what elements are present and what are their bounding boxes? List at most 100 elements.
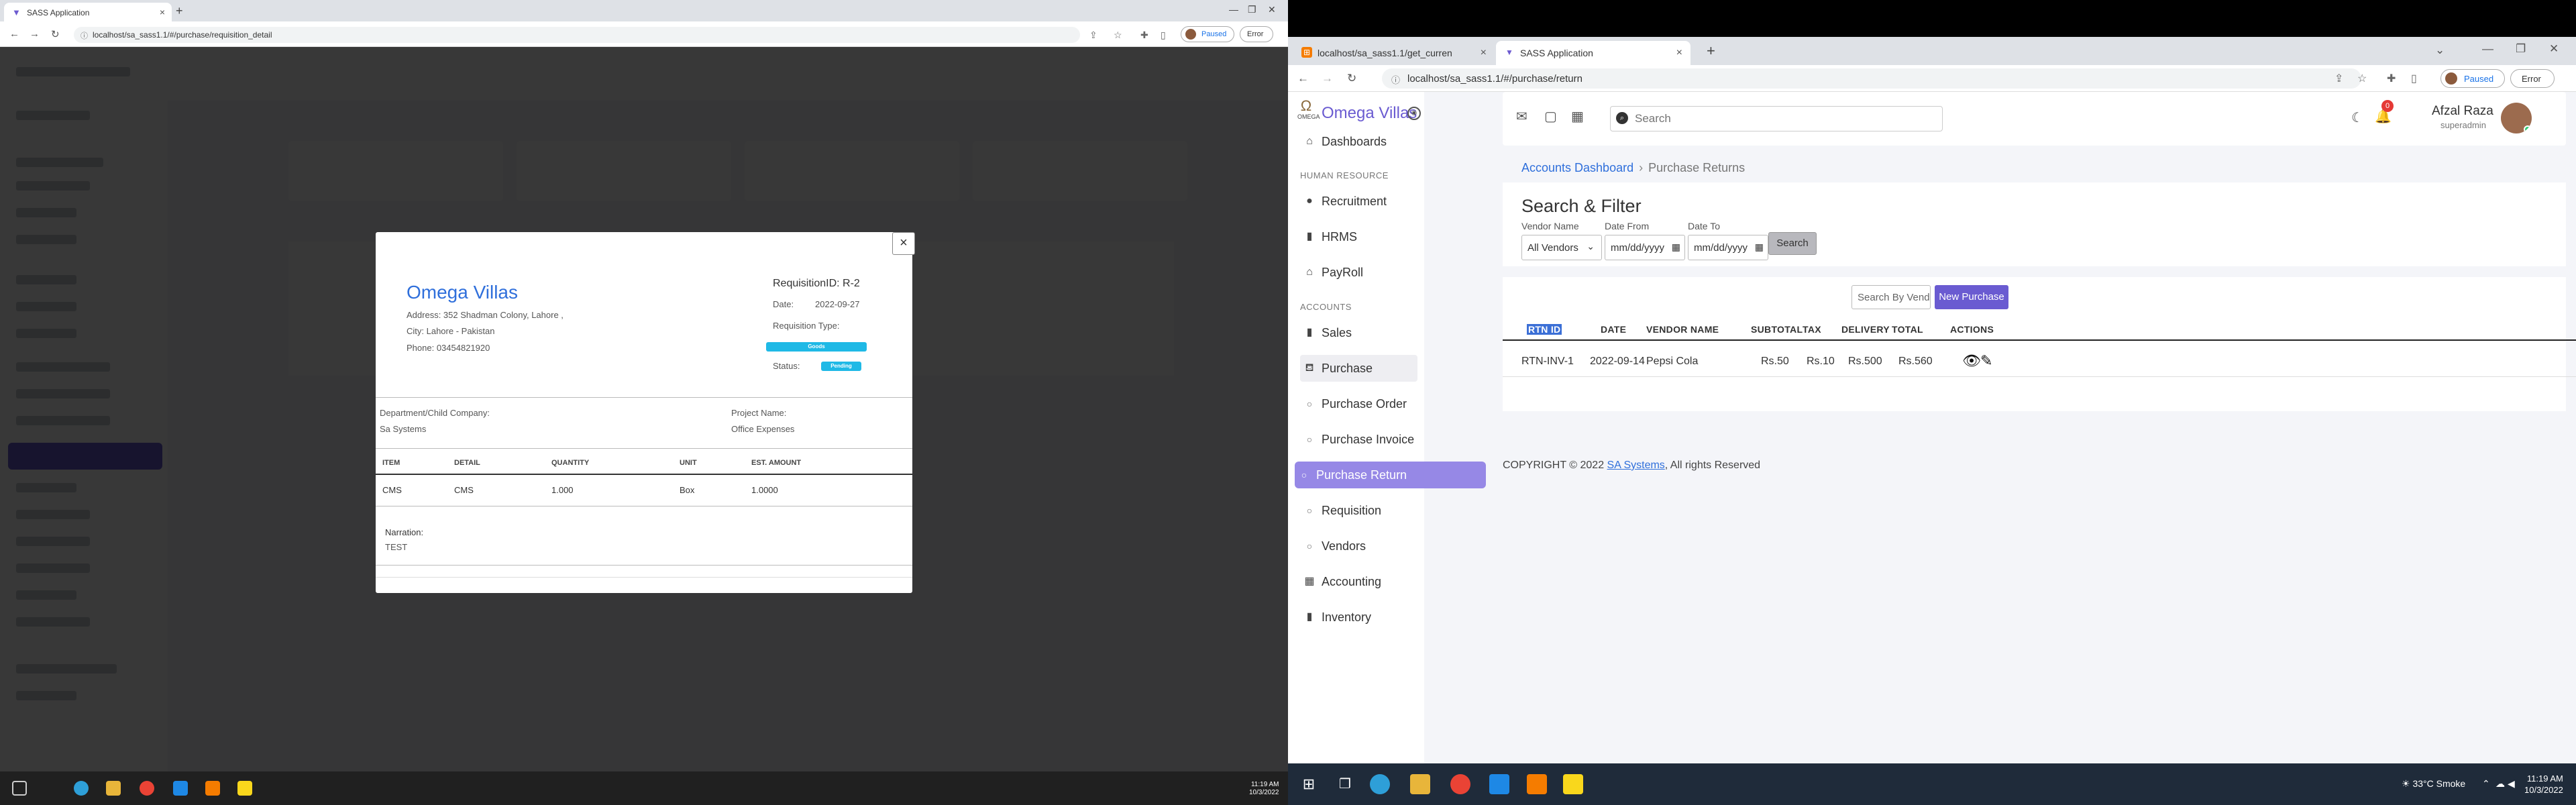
- browser-tab[interactable]: ▼ SASS Application ×: [4, 3, 172, 21]
- brand-name[interactable]: Omega Villas: [1322, 104, 1417, 123]
- tab-close-icon[interactable]: ×: [1481, 47, 1487, 59]
- edge-icon[interactable]: [74, 781, 89, 796]
- error-button[interactable]: Error: [1240, 26, 1273, 42]
- sidebar-item-accounting[interactable]: ▦ Accounting: [1300, 568, 1417, 595]
- sidebar-item-purchase-order[interactable]: ○ Purchase Order: [1300, 390, 1417, 417]
- error-button[interactable]: Error: [2510, 69, 2555, 88]
- tab-search-icon[interactable]: ⌄: [2435, 44, 2445, 57]
- profile-paused-button[interactable]: Paused: [2440, 69, 2505, 88]
- edge-icon[interactable]: [1370, 774, 1390, 794]
- url-field[interactable]: ⓘ localhost/sa_sass1.1/#/purchase/return: [1382, 68, 2361, 89]
- sidebar-item-requisition[interactable]: ○ Requisition: [1300, 497, 1417, 524]
- footer-link-sa-systems[interactable]: SA Systems: [1607, 460, 1665, 471]
- modal-close-button[interactable]: ×: [892, 232, 915, 255]
- vendor-select[interactable]: All Vendors ⌄: [1521, 235, 1602, 260]
- weather-widget[interactable]: ☀ 33°C Smoke: [2402, 778, 2465, 790]
- start-icon[interactable]: [12, 781, 27, 796]
- edit-pencil-icon[interactable]: ✎: [1980, 352, 1992, 370]
- sidebar-item-recruitment[interactable]: ● Recruitment: [1300, 188, 1417, 215]
- col-subtotal[interactable]: SUBTOTAL: [1751, 324, 1803, 335]
- sidebar-item-dashboards[interactable]: ⌂ Dashboards: [1300, 128, 1417, 155]
- calendar-icon[interactable]: ▦: [1571, 108, 1584, 125]
- date-to-input[interactable]: mm/dd/yyyy ▦: [1688, 235, 1768, 260]
- network-icon[interactable]: ☁: [2496, 778, 2505, 790]
- minimize-icon[interactable]: —: [1229, 4, 1238, 15]
- sidebar-item-purchase-invoice[interactable]: ○ Purchase Invoice: [1300, 426, 1417, 453]
- vscode-icon[interactable]: [1489, 774, 1509, 794]
- bookmark-star-icon[interactable]: ☆: [2357, 72, 2367, 85]
- url-text: localhost/sa_sass1.1/#/purchase/requisit…: [93, 30, 272, 40]
- restore-icon[interactable]: ❐: [2516, 42, 2526, 56]
- task-view-icon[interactable]: ❐: [1335, 774, 1355, 794]
- app-icon[interactable]: [1563, 774, 1583, 794]
- xampp-icon[interactable]: [205, 781, 220, 796]
- dark-mode-icon[interactable]: ☾: [2351, 109, 2363, 126]
- search-button[interactable]: Search: [1768, 232, 1817, 255]
- chrome-icon[interactable]: [140, 781, 154, 796]
- new-tab-icon[interactable]: +: [176, 4, 183, 18]
- file-explorer-icon[interactable]: [106, 781, 121, 796]
- vendor-search-input[interactable]: Search By Vendor Name: [1851, 285, 1931, 309]
- col-rtn-id[interactable]: RTN ID: [1527, 324, 1562, 335]
- view-eye-icon[interactable]: 👁: [1962, 352, 1981, 370]
- sidebar-item-hrms[interactable]: ▮ HRMS: [1300, 223, 1417, 250]
- tab-close-icon[interactable]: ×: [1676, 47, 1682, 59]
- sidebar-item-purchase[interactable]: ⛾ Purchase: [1300, 355, 1417, 382]
- sidebar-item-inventory[interactable]: ▮ Inventory: [1300, 604, 1417, 631]
- col-total[interactable]: TOTAL: [1892, 324, 1923, 335]
- col-delivery[interactable]: DELIVERY: [1841, 324, 1890, 335]
- minimize-icon[interactable]: —: [2482, 42, 2493, 56]
- sidebar-icon[interactable]: ▯: [2411, 72, 2417, 85]
- share-icon[interactable]: ⇪: [2334, 72, 2343, 85]
- user-name[interactable]: Afzal Raza: [2432, 104, 2493, 119]
- browser-tab-active[interactable]: ▼ SASS Application ×: [1496, 41, 1690, 65]
- browser-tab[interactable]: ⊞ localhost/sa_sass1.1/get_curren ×: [1293, 41, 1495, 65]
- sidebar-item-purchase-return[interactable]: ○ Purchase Return: [1295, 462, 1486, 488]
- tab-close-icon[interactable]: ×: [160, 7, 165, 17]
- new-purchase-return-button[interactable]: New Purchase Return: [1935, 285, 2008, 327]
- volume-icon[interactable]: ◀: [2508, 778, 2515, 790]
- calendar-icon[interactable]: ▦: [1672, 241, 1680, 253]
- col-date[interactable]: DATE: [1601, 324, 1626, 335]
- window-close-icon[interactable]: ✕: [1268, 4, 1276, 15]
- mail-icon[interactable]: ✉: [1516, 108, 1527, 125]
- url-field[interactable]: ⓘ localhost/sa_sass1.1/#/purchase/requis…: [74, 27, 1080, 43]
- back-icon[interactable]: ←: [9, 28, 19, 40]
- reload-icon[interactable]: ↻: [51, 28, 60, 40]
- file-explorer-icon[interactable]: [1410, 774, 1430, 794]
- vscode-icon[interactable]: [173, 781, 188, 796]
- taskbar-clock[interactable]: 11:19 AM 10/3/2022: [1249, 781, 1279, 797]
- chat-icon[interactable]: ▢: [1544, 108, 1557, 125]
- global-search[interactable]: ⌕: [1610, 106, 1943, 131]
- sidebar-icon[interactable]: ▯: [1161, 30, 1166, 41]
- date-from-input[interactable]: mm/dd/yyyy ▦: [1605, 235, 1685, 260]
- sidebar-item-vendors[interactable]: ○ Vendors: [1300, 533, 1417, 559]
- windows-start-icon[interactable]: ⊞: [1299, 774, 1319, 794]
- sidebar-item-payroll[interactable]: ⌂ PayRoll: [1300, 259, 1417, 286]
- col-vendor-name[interactable]: VENDOR NAME: [1646, 324, 1719, 335]
- back-icon[interactable]: ←: [1297, 72, 1309, 85]
- tray-chevron-icon[interactable]: ⌃: [2482, 778, 2490, 790]
- forward-icon[interactable]: →: [30, 28, 40, 40]
- sidebar-item-sales[interactable]: ▮ Sales: [1300, 319, 1417, 346]
- chrome-icon[interactable]: [1450, 774, 1470, 794]
- bookmark-star-icon[interactable]: ☆: [1114, 30, 1122, 41]
- new-tab-icon[interactable]: +: [1707, 42, 1715, 60]
- extensions-icon[interactable]: ✚: [2387, 72, 2396, 85]
- forward-icon[interactable]: →: [1322, 72, 1333, 85]
- extensions-icon[interactable]: ✚: [1140, 30, 1148, 41]
- taskbar-clock[interactable]: 11:19 AM 10/3/2022: [2524, 773, 2563, 796]
- app-icon[interactable]: [237, 781, 252, 796]
- col-tax[interactable]: TAX: [1803, 324, 1821, 335]
- xampp-icon[interactable]: [1527, 774, 1547, 794]
- search-input[interactable]: [1635, 112, 1769, 125]
- reload-icon[interactable]: ↻: [1347, 72, 1356, 85]
- profile-paused-button[interactable]: Paused: [1181, 26, 1234, 42]
- user-avatar[interactable]: [2501, 103, 2532, 133]
- calendar-icon[interactable]: ▦: [1755, 241, 1764, 253]
- breadcrumb-accounts-dashboard[interactable]: Accounts Dashboard: [1521, 161, 1633, 174]
- window-close-icon[interactable]: ✕: [2549, 42, 2559, 56]
- maximize-icon[interactable]: ❐: [1248, 4, 1256, 15]
- sidebar-toggle-icon[interactable]: ◉: [1407, 107, 1421, 120]
- share-icon[interactable]: ⇪: [1089, 30, 1097, 41]
